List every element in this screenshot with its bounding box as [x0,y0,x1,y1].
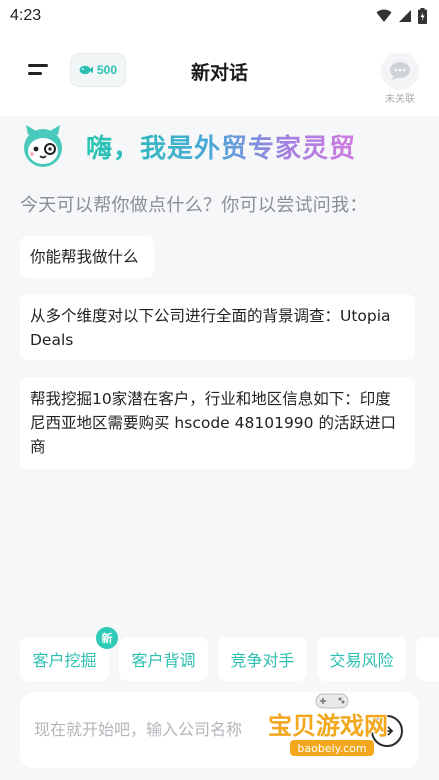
battery-icon [418,8,427,24]
status-time: 4:23 [10,7,42,24]
wifi-icon [376,9,392,22]
app-header: 500 新对话 未关联 [0,32,439,116]
chip-customer-background[interactable]: 客户背调 [119,637,208,681]
chat-bubble-icon [390,62,410,80]
link-status-button[interactable]: 未关联 [378,52,422,105]
suggestion-card[interactable]: 你能帮我做什么 [20,236,154,278]
suggestion-prompt: 今天可以帮你做点什么？你可以尝试问我： [20,195,368,216]
page-title: 新对话 [190,62,248,84]
suggestion-card[interactable]: 从多个维度对以下公司进行全面的背景调查：Utopia Deals [20,294,415,360]
link-status-label: 未关联 [385,94,415,105]
status-bar: 4:23 [0,0,439,32]
chip-customer-mining[interactable]: 客户挖掘 [20,637,109,681]
signal-icon [399,10,411,22]
watermark: 宝贝游戏网 baobeiy.com [262,690,402,770]
watermark-text: 宝贝游戏网 [268,712,388,740]
status-icons [376,8,427,24]
chip-competitors[interactable]: 竞争对手 [218,637,307,681]
new-badge: 新 [96,627,118,649]
cat-mascot-icon [24,125,62,167]
greeting-text: 嗨，我是外贸专家灵贸 [86,128,356,165]
chip-trade-risk[interactable]: 交易风险 [317,637,406,681]
watermark-url: baobeiy.com [290,740,374,756]
suggestion-card[interactable]: 帮我挖掘10家潜在客户，行业和地区信息如下：印度尼西亚地区需要购买 hscode… [20,377,415,469]
chip-partial[interactable] [416,637,439,681]
greeting: 嗨，我是外贸专家灵贸 [20,122,420,170]
quick-action-chips: 客户挖掘 客户背调 竞争对手 交易风险 [20,637,439,681]
